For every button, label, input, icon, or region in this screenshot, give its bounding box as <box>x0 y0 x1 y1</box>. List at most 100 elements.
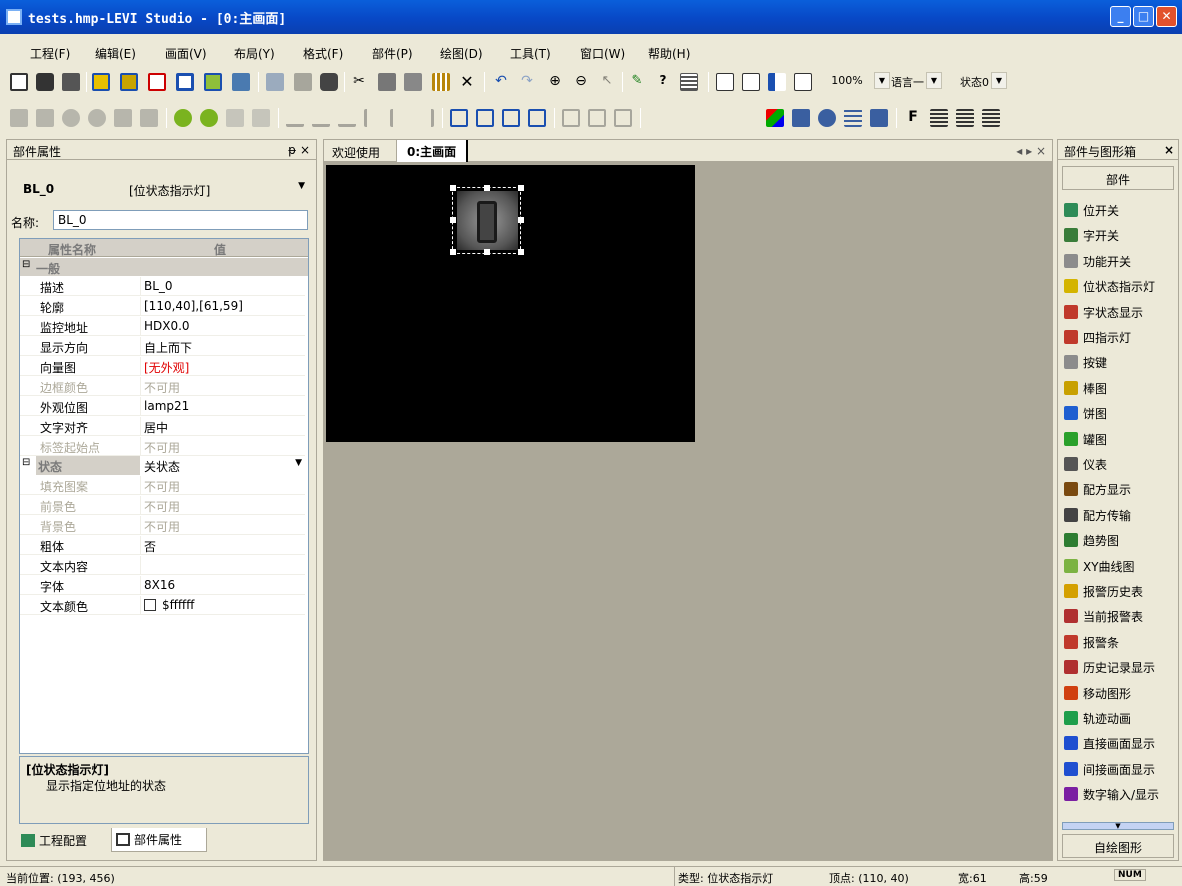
part-item[interactable]: 数字输入/显示 <box>1064 786 1159 808</box>
space-left-icon[interactable] <box>502 109 520 127</box>
tab-nav[interactable]: ◂ ▸ × <box>1016 144 1046 158</box>
property-row[interactable]: 标签起始点 不可用 <box>20 437 305 456</box>
menu-parts[interactable]: 部件(P) <box>372 45 413 62</box>
part-item[interactable]: XY曲线图 <box>1064 558 1135 580</box>
group-icon[interactable] <box>114 109 132 127</box>
align-middle-icon[interactable] <box>338 109 356 127</box>
cut-icon[interactable]: ✂ <box>350 73 368 91</box>
menu-tools[interactable]: 工具(T) <box>510 45 551 62</box>
space-h-icon[interactable] <box>450 109 468 127</box>
pencil-icon[interactable]: ✎ <box>628 73 646 91</box>
name-field[interactable]: BL_0 <box>53 210 308 230</box>
delete-icon[interactable]: ✕ <box>458 73 476 91</box>
flip-h-icon[interactable] <box>226 109 244 127</box>
chevron-down-icon[interactable]: ▼ <box>298 181 305 191</box>
space-v-icon[interactable] <box>476 109 494 127</box>
open-icon[interactable] <box>36 73 54 91</box>
chevron-down-icon[interactable]: ▼ <box>991 72 1007 89</box>
part-item[interactable]: 历史记录显示 <box>1064 659 1155 681</box>
menu-help[interactable]: 帮助(H) <box>648 45 690 62</box>
tab-welcome[interactable]: 欢迎使用 <box>332 144 380 161</box>
property-row[interactable]: 粗体 否 <box>20 536 305 555</box>
part-item[interactable]: 棒图 <box>1064 380 1107 402</box>
send-backward-icon[interactable] <box>88 109 106 127</box>
same-height-icon[interactable] <box>588 109 606 127</box>
part-item[interactable]: 功能开关 <box>1064 253 1131 275</box>
undo-icon[interactable]: ↶ <box>492 73 510 91</box>
property-value[interactable]: 否 <box>144 538 156 555</box>
rotate-left-icon[interactable] <box>174 109 192 127</box>
tab-component-props[interactable]: 部件属性 <box>111 828 207 852</box>
zoom-out-icon[interactable]: ⊖ <box>572 73 590 91</box>
resize-handle[interactable] <box>450 185 456 191</box>
bring-front-icon[interactable] <box>10 109 28 127</box>
close-icon[interactable]: × <box>1164 143 1174 157</box>
align-right-icon[interactable] <box>416 109 434 127</box>
resize-handle[interactable] <box>450 217 456 223</box>
property-value[interactable]: [无外观] <box>144 359 189 376</box>
resize-handle[interactable] <box>518 249 524 255</box>
tab-main-screen[interactable]: 0:主画面 <box>396 140 469 162</box>
color-swatch[interactable] <box>144 599 156 611</box>
open-screen-icon[interactable] <box>120 73 138 91</box>
property-value[interactable]: $ffffff <box>144 598 194 612</box>
color-icon[interactable] <box>766 109 784 127</box>
screen-props-icon[interactable] <box>176 73 194 91</box>
zoom-in-icon[interactable]: ⊕ <box>546 73 564 91</box>
text-right-icon[interactable] <box>982 109 1000 127</box>
close-project-icon[interactable] <box>62 73 80 91</box>
flip-v-icon[interactable] <box>252 109 270 127</box>
pointer-icon[interactable]: ↖ <box>598 73 616 91</box>
menu-draw[interactable]: 绘图(D) <box>440 45 483 62</box>
screen-list-icon[interactable] <box>232 73 250 91</box>
align-center-icon[interactable] <box>390 109 408 127</box>
component-selector[interactable]: BL_0 [位状态指示灯] ▼ <box>19 180 309 200</box>
property-row[interactable]: 边框颜色 不可用 <box>20 377 305 396</box>
hmi-screen-canvas[interactable] <box>326 165 695 442</box>
space-right-icon[interactable] <box>528 109 546 127</box>
language-select[interactable]: 语言一 ▼ <box>891 72 942 91</box>
screen-size-icon[interactable] <box>716 73 734 91</box>
menu-format[interactable]: 格式(F) <box>303 45 343 62</box>
same-width-icon[interactable] <box>562 109 580 127</box>
property-value[interactable]: 8X16 <box>144 578 175 592</box>
group-state[interactable]: ⊟ 状态 关状态 ▼ <box>20 456 308 475</box>
property-value[interactable]: 不可用 <box>144 478 180 495</box>
resize-handle[interactable] <box>484 249 490 255</box>
state-select[interactable]: 状态0 ▼ <box>960 72 1007 91</box>
property-row[interactable]: 前景色 不可用 <box>20 496 305 515</box>
property-value[interactable]: 不可用 <box>144 379 180 396</box>
property-row[interactable]: 外观位图 lamp21 <box>20 397 305 416</box>
zoom-select[interactable]: 100% ▼ <box>822 72 890 91</box>
property-value[interactable]: [110,40],[61,59] <box>144 299 243 313</box>
property-row[interactable]: 文本内容 <box>20 556 305 575</box>
copy-screen-icon[interactable] <box>204 73 222 91</box>
panel-pin-close[interactable]: ᵽ × <box>288 143 310 157</box>
menu-project[interactable]: 工程(F) <box>30 45 70 62</box>
property-value[interactable]: HDX0.0 <box>144 319 190 333</box>
align-top-icon[interactable] <box>286 109 304 127</box>
redo-icon[interactable]: ↷ <box>518 73 536 91</box>
plc-icon[interactable] <box>742 73 760 91</box>
line-style-icon[interactable] <box>844 109 862 127</box>
part-item[interactable]: 间接画面显示 <box>1064 761 1155 783</box>
part-item[interactable]: 饼图 <box>1064 405 1107 427</box>
property-row[interactable]: 监控地址 HDX0.0 <box>20 317 305 336</box>
text-left-icon[interactable] <box>930 109 948 127</box>
part-item[interactable]: 按键 <box>1064 354 1107 376</box>
part-item[interactable]: 字状态显示 <box>1064 304 1143 326</box>
property-row[interactable]: 文本颜色 $ffffff <box>20 596 305 615</box>
property-value[interactable]: 居中 <box>144 419 168 436</box>
new-file-icon[interactable] <box>10 73 28 91</box>
part-item[interactable]: 配方传输 <box>1064 507 1131 529</box>
resize-handle[interactable] <box>518 185 524 191</box>
print-icon[interactable] <box>320 73 338 91</box>
chevron-down-icon[interactable]: ▼ <box>295 458 302 468</box>
solid-fill-icon[interactable] <box>870 109 888 127</box>
minimize-button[interactable]: _ <box>1110 6 1131 27</box>
bit-lamp-component[interactable] <box>457 191 518 250</box>
close-button[interactable]: ✕ <box>1156 6 1177 27</box>
chevron-down-icon[interactable]: ▼ <box>874 72 890 89</box>
state-value[interactable]: 关状态 <box>144 458 180 475</box>
grid-icon[interactable] <box>432 73 450 91</box>
